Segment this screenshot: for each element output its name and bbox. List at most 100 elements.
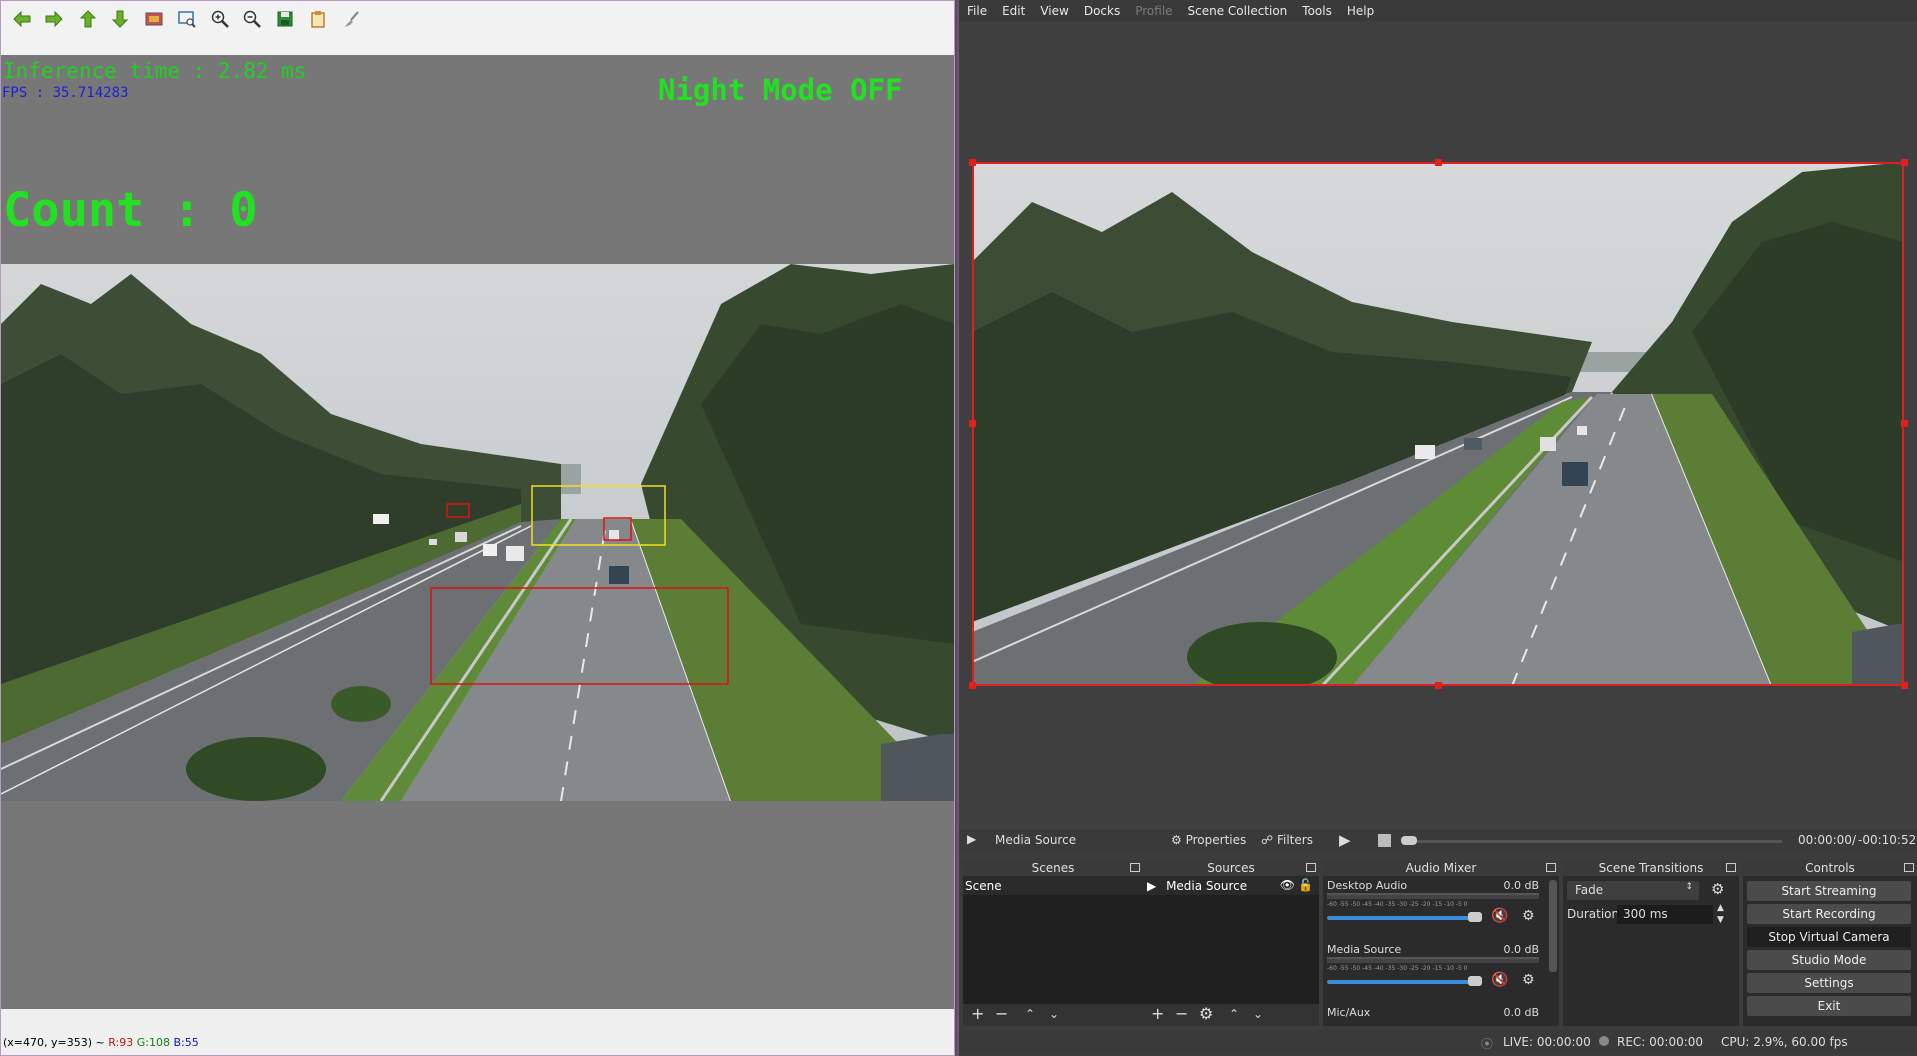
- move-down-icon[interactable]: ⌄: [1253, 1006, 1263, 1022]
- resize-handle-t[interactable]: [1435, 159, 1442, 166]
- resize-handle-b[interactable]: [1435, 682, 1442, 689]
- obs-window: File Edit View Docks Profile Scene Colle…: [957, 0, 1917, 1056]
- menu-scene-collection[interactable]: Scene Collection: [1188, 4, 1288, 18]
- dock-float-icon[interactable]: [1904, 863, 1914, 872]
- gear-icon[interactable]: ⚙: [1522, 908, 1535, 924]
- duration-input[interactable]: 300 ms: [1617, 905, 1713, 924]
- volume-handle[interactable]: [1468, 976, 1482, 986]
- media-seek-handle[interactable]: [1401, 836, 1417, 845]
- count-label: Count : 0: [3, 183, 258, 238]
- resize-handle-bl[interactable]: [969, 682, 976, 689]
- arrow-down-icon[interactable]: [107, 6, 133, 32]
- move-down-icon[interactable]: ⌄: [1049, 1006, 1059, 1022]
- brush-icon[interactable]: [339, 6, 365, 32]
- exit-button[interactable]: Exit: [1747, 996, 1911, 1016]
- add-source-icon[interactable]: +: [1151, 1006, 1164, 1022]
- media-play-button[interactable]: ▶: [1339, 831, 1351, 849]
- properties-button[interactable]: ⚙ Properties: [1171, 833, 1246, 847]
- obs-statusbar: ⦿ LIVE: 00:00:00 REC: 00:00:00 CPU: 2.9%…: [959, 1030, 1917, 1054]
- docks-area: Scenes Scene + − ⌃ ⌄ Sources ▶ Media Sou…: [959, 860, 1917, 1026]
- gear-icon: ⚙: [1171, 833, 1182, 847]
- cv-toolbar: [1, 1, 954, 55]
- volume-slider[interactable]: [1327, 916, 1475, 920]
- resize-handle-r[interactable]: [1901, 420, 1908, 427]
- channel-name: Mic/Aux: [1327, 1006, 1371, 1019]
- lock-icon[interactable]: 🔓: [1298, 878, 1313, 892]
- preview-area[interactable]: [959, 21, 1917, 829]
- sources-title: Sources: [1143, 860, 1319, 876]
- volume-slider[interactable]: [1327, 980, 1475, 984]
- resize-handle-tr[interactable]: [1901, 159, 1908, 166]
- start-streaming-button[interactable]: Start Streaming: [1747, 881, 1911, 901]
- cpu-status: CPU: 2.9%, 60.00 fps: [1721, 1035, 1848, 1049]
- gear-icon[interactable]: ⚙: [1522, 972, 1535, 988]
- volume-handle[interactable]: [1468, 912, 1482, 922]
- add-scene-icon[interactable]: +: [971, 1006, 984, 1022]
- scene-item[interactable]: Scene: [963, 877, 1143, 895]
- menu-file[interactable]: File: [967, 4, 987, 18]
- night-mode-label: Night Mode OFF: [658, 73, 903, 107]
- media-time-remaining: -00:10:52: [1858, 833, 1917, 847]
- start-recording-button[interactable]: Start Recording: [1747, 904, 1911, 924]
- play-icon[interactable]: ▶: [967, 832, 976, 846]
- muted-icon[interactable]: 🔇: [1491, 972, 1508, 988]
- clipboard-icon[interactable]: [305, 6, 331, 32]
- remove-source-icon[interactable]: −: [1175, 1006, 1188, 1022]
- arrow-right-icon[interactable]: [41, 6, 67, 32]
- dock-float-icon[interactable]: [1726, 863, 1736, 872]
- arrow-left-icon[interactable]: [9, 6, 35, 32]
- zoom-out-icon[interactable]: [239, 6, 265, 32]
- muted-icon[interactable]: 🔇: [1491, 908, 1508, 924]
- menu-tools[interactable]: Tools: [1302, 4, 1332, 18]
- transition-select[interactable]: Fade ↕: [1567, 881, 1699, 900]
- pixel-g: G:108: [136, 1036, 170, 1049]
- settings-button[interactable]: Settings: [1747, 973, 1911, 993]
- menu-bar: File Edit View Docks Profile Scene Colle…: [959, 0, 1917, 21]
- media-stop-button[interactable]: [1378, 834, 1391, 847]
- resize-handle-l[interactable]: [969, 420, 976, 427]
- menu-edit[interactable]: Edit: [1002, 4, 1025, 18]
- stepper-down-icon[interactable]: ▼: [1717, 915, 1724, 925]
- sources-list: ▶ Media Source 👁 🔓: [1143, 877, 1319, 1004]
- transition-selected: Fade: [1575, 883, 1604, 897]
- gear-icon[interactable]: ⚙: [1711, 880, 1724, 898]
- mixer-scrollbar[interactable]: [1549, 880, 1557, 972]
- move-up-icon[interactable]: ⌃: [1025, 1006, 1035, 1022]
- zoom-in-icon[interactable]: [207, 6, 233, 32]
- menu-help[interactable]: Help: [1347, 4, 1374, 18]
- duration-label: Duration: [1567, 907, 1620, 921]
- transitions-body: Fade ↕ ⚙ Duration 300 ms ▲ ▼: [1563, 877, 1739, 1026]
- move-up-icon[interactable]: ⌃: [1229, 1006, 1239, 1022]
- zoom-area-icon[interactable]: [174, 6, 200, 32]
- media-controls-bar: ▶ Media Source ⚙ Properties ☍ Filters ▶ …: [959, 829, 1917, 853]
- media-seek-bar[interactable]: [1402, 840, 1782, 843]
- filter-icon: ☍: [1261, 833, 1274, 847]
- image-icon[interactable]: [141, 6, 167, 32]
- filters-button[interactable]: ☍ Filters: [1261, 833, 1313, 847]
- stepper-up-icon[interactable]: ▲: [1717, 903, 1724, 913]
- controls-dock: Controls Start Streaming Start Recording…: [1743, 860, 1917, 1026]
- controls-body: Start Streaming Start Recording Stop Vir…: [1743, 877, 1917, 1026]
- save-icon[interactable]: [272, 6, 298, 32]
- remove-scene-icon[interactable]: −: [995, 1006, 1008, 1022]
- eye-icon[interactable]: 👁: [1280, 878, 1295, 892]
- fps-label: FPS : 35.714283: [2, 85, 129, 101]
- source-settings-icon[interactable]: ⚙: [1199, 1006, 1213, 1022]
- resize-handle-tl[interactable]: [969, 159, 976, 166]
- cursor-coords: (x=470, y=353) ~: [3, 1036, 109, 1049]
- studio-mode-button[interactable]: Studio Mode: [1747, 950, 1911, 970]
- dock-float-icon[interactable]: [1130, 863, 1140, 872]
- channel-level: 0.0 dB: [1503, 943, 1539, 956]
- media-time-sep: /: [1852, 833, 1857, 847]
- source-item[interactable]: ▶ Media Source 👁 🔓: [1143, 877, 1319, 895]
- dock-float-icon[interactable]: [1546, 863, 1556, 872]
- resize-handle-br[interactable]: [1901, 682, 1908, 689]
- arrow-up-icon[interactable]: [75, 6, 101, 32]
- stop-virtual-camera-button[interactable]: Stop Virtual Camera: [1747, 927, 1911, 947]
- dock-float-icon[interactable]: [1306, 863, 1316, 872]
- menu-profile[interactable]: Profile: [1135, 4, 1172, 18]
- menu-docks[interactable]: Docks: [1084, 4, 1120, 18]
- source-selection-box[interactable]: [972, 162, 1904, 686]
- opencv-window: Inference time : 2.82 ms FPS : 35.714283…: [0, 0, 955, 1056]
- menu-view[interactable]: View: [1040, 4, 1068, 18]
